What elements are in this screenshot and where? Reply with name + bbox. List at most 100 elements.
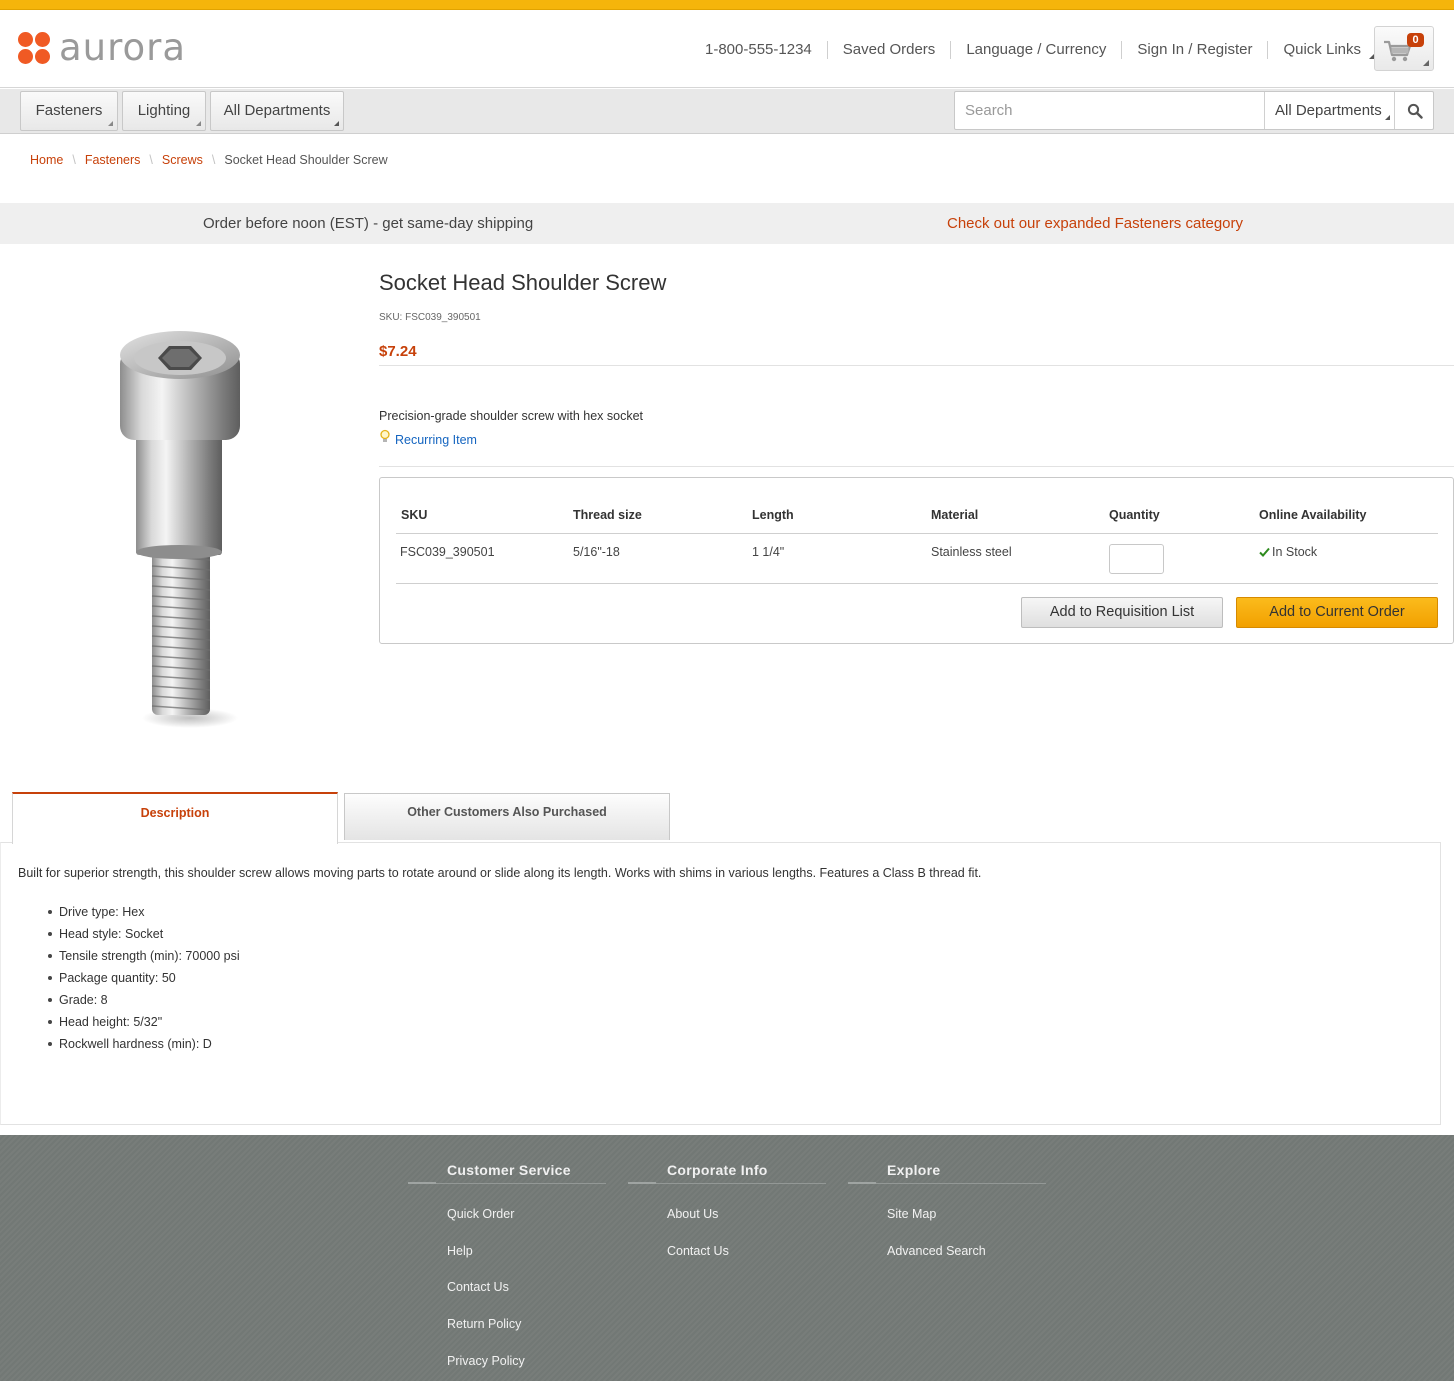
department-nav-bar: Fasteners Lighting All Departments All D… (0, 89, 1454, 134)
table-row-divider (396, 583, 1438, 584)
divider (379, 365, 1454, 366)
footer-divider (408, 1183, 606, 1184)
attribute-item: Drive type: Hex (48, 904, 240, 926)
language-currency-link[interactable]: Language / Currency (951, 41, 1123, 59)
site-header: aurora 1-800-555-1234 Saved Orders Langu… (0, 10, 1454, 88)
footer-link-about-us[interactable]: About Us (667, 1207, 718, 1221)
attribute-list: Drive type: Hex Head style: Socket Tensi… (48, 904, 240, 1058)
footer-heading: Corporate Info (667, 1162, 768, 1178)
dept-fasteners-label: Fasteners (35, 102, 103, 119)
site-footer: Customer Service Quick Order Help Contac… (0, 1135, 1454, 1381)
dept-all-departments-label: All Departments (223, 102, 331, 119)
footer-divider-accent (628, 1182, 656, 1184)
breadcrumb-separator: \ (211, 153, 216, 167)
description-panel: Built for superior strength, this should… (0, 842, 1441, 1125)
breadcrumb-home[interactable]: Home (30, 153, 63, 167)
product-image (60, 300, 300, 760)
footer-link-return-policy[interactable]: Return Policy (447, 1317, 521, 1331)
footer-divider-accent (408, 1182, 436, 1184)
cart-count-badge: 0 (1407, 33, 1424, 47)
promo-banner: Order before noon (EST) - get same-day s… (0, 203, 1454, 244)
footer-link-site-map[interactable]: Site Map (887, 1207, 936, 1221)
aurora-logo[interactable]: aurora (18, 26, 187, 69)
search-input[interactable] (955, 92, 1263, 129)
footer-link-contact-us[interactable]: Contact Us (667, 1244, 729, 1258)
footer-heading: Explore (887, 1162, 941, 1178)
quick-links-dropdown[interactable]: Quick Links (1268, 41, 1381, 59)
dept-lighting-label: Lighting (137, 102, 191, 119)
search-scope-label: All Departments (1275, 102, 1382, 119)
brand-name: aurora (59, 26, 187, 69)
footer-link-contact-us[interactable]: Contact Us (447, 1280, 509, 1294)
search-button[interactable] (1394, 92, 1434, 129)
recurring-item-label: Recurring Item (395, 433, 477, 447)
long-description: Built for superior strength, this should… (18, 866, 982, 880)
shipping-promo-text: Order before noon (EST) - get same-day s… (203, 215, 534, 232)
product-short-description: Precision-grade shoulder screw with hex … (379, 409, 644, 423)
add-to-current-order-button[interactable]: Add to Current Order (1236, 597, 1438, 628)
top-accent-bar (0, 0, 1454, 10)
breadcrumb-screws[interactable]: Screws (162, 153, 203, 167)
search-bar: All Departments (954, 91, 1434, 130)
aurora-logo-icon (18, 32, 50, 64)
attribute-item: Head style: Socket (48, 926, 240, 948)
checkmark-icon (1259, 547, 1270, 557)
product-sku: SKU: FSC039_390501 (379, 312, 481, 323)
corner-arrow-icon (1385, 115, 1390, 120)
attribute-item: Package quantity: 50 (48, 970, 240, 992)
footer-divider (848, 1183, 1046, 1184)
attribute-item: Rockwell hardness (min): D (48, 1036, 240, 1058)
attribute-item: Tensile strength (min): 70000 psi (48, 948, 240, 970)
breadcrumb-current: Socket Head Shoulder Screw (224, 153, 388, 167)
column-header-availability: Online Availability (1259, 508, 1367, 522)
magnifier-icon (1407, 103, 1423, 119)
quantity-input[interactable] (1109, 544, 1164, 574)
saved-orders-link[interactable]: Saved Orders (828, 41, 952, 59)
footer-link-help[interactable]: Help (447, 1244, 473, 1258)
footer-divider (628, 1183, 826, 1184)
socket-head-shoulder-screw-image (120, 331, 240, 728)
cell-material: Stainless steel (931, 545, 1012, 559)
attribute-item: Grade: 8 (48, 992, 240, 1014)
table-header-divider (396, 533, 1438, 534)
column-header-quantity: Quantity (1109, 508, 1160, 522)
search-scope-select[interactable]: All Departments (1264, 92, 1394, 129)
breadcrumb: Home \ Fasteners \ Screws \ Socket Head … (30, 153, 388, 167)
product-price: $7.24 (379, 343, 417, 360)
recurring-item-link[interactable]: Recurring Item (379, 429, 477, 447)
dept-lighting-button[interactable]: Lighting (122, 91, 206, 131)
column-header-length: Length (752, 508, 794, 522)
footer-link-privacy-policy[interactable]: Privacy Policy (447, 1354, 525, 1368)
tab-other-customers-also-purchased[interactable]: Other Customers Also Purchased (344, 793, 670, 840)
header-nav: 1-800-555-1234 Saved Orders Language / C… (690, 40, 1381, 60)
availability-status: In Stock (1259, 545, 1317, 559)
lightbulb-icon (380, 429, 390, 442)
corner-arrow-icon (108, 121, 113, 126)
availability-label: In Stock (1272, 545, 1318, 559)
divider (379, 466, 1454, 467)
fasteners-promo-link[interactable]: Check out our expanded Fasteners categor… (947, 215, 1243, 232)
column-header-material: Material (931, 508, 979, 522)
footer-link-quick-order[interactable]: Quick Order (447, 1207, 514, 1221)
product-title: Socket Head Shoulder Screw (379, 270, 667, 295)
breadcrumb-separator: \ (72, 153, 76, 167)
breadcrumb-separator: \ (149, 153, 153, 167)
footer-divider-accent (848, 1182, 876, 1184)
cell-sku: FSC039_390501 (400, 545, 495, 559)
cart-button[interactable]: 0 (1374, 26, 1434, 71)
dept-fasteners-button[interactable]: Fasteners (20, 91, 118, 131)
phone-number: 1-800-555-1234 (690, 41, 828, 59)
footer-link-advanced-search[interactable]: Advanced Search (887, 1244, 986, 1258)
cell-thread-size: 5/16"-18 (573, 545, 620, 559)
quick-links-label: Quick Links (1283, 41, 1361, 58)
cell-length: 1 1/4" (752, 545, 785, 559)
corner-arrow-icon (196, 121, 201, 126)
dept-all-departments-button[interactable]: All Departments (210, 91, 344, 131)
attribute-item: Head height: 5/32" (48, 1014, 240, 1036)
tab-description[interactable]: Description (12, 792, 338, 844)
breadcrumb-fasteners[interactable]: Fasteners (85, 153, 141, 167)
sign-in-register-link[interactable]: Sign In / Register (1122, 41, 1269, 59)
add-to-requisition-list-button[interactable]: Add to Requisition List (1021, 597, 1223, 628)
column-header-sku: SKU (401, 508, 428, 522)
column-header-thread-size: Thread size (573, 508, 642, 522)
